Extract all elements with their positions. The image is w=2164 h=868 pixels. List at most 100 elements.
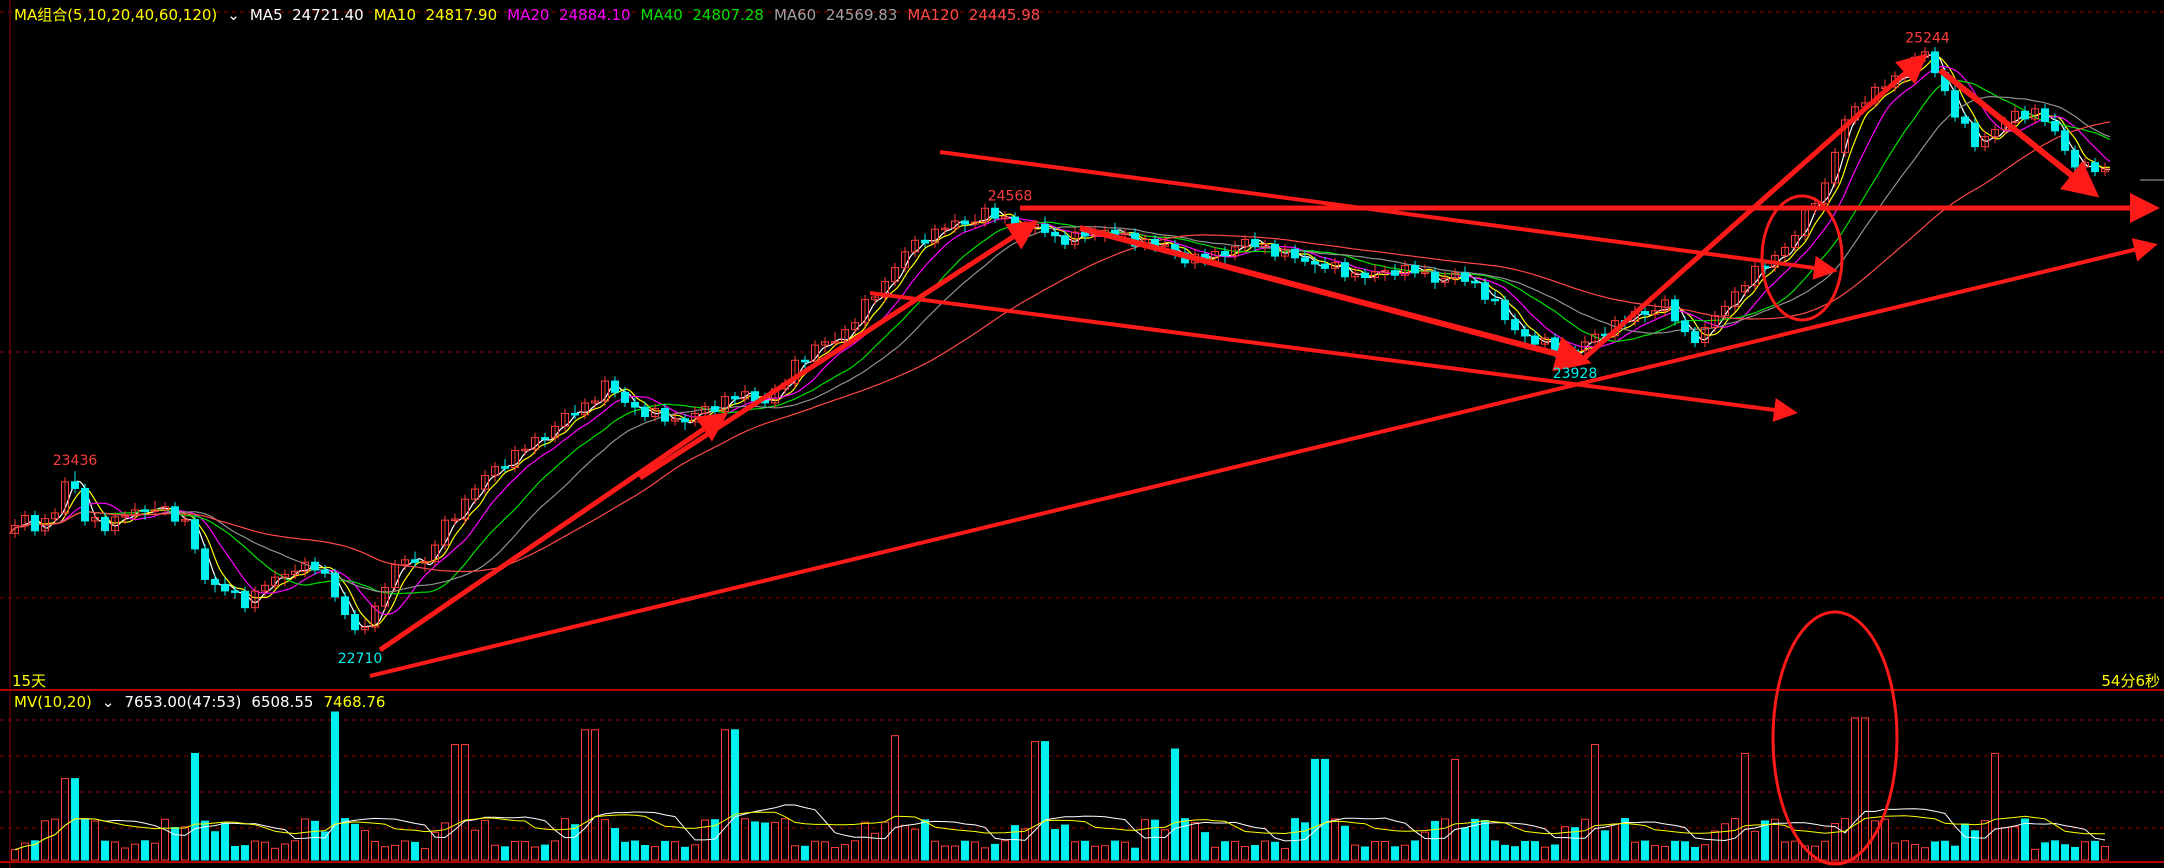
volume-bar bbox=[1451, 758, 1459, 861]
candle-body bbox=[1361, 272, 1369, 279]
volume-bar bbox=[411, 841, 419, 861]
volume-bar bbox=[1291, 818, 1299, 861]
candle-body bbox=[31, 514, 39, 532]
candle-body bbox=[311, 561, 319, 571]
volume-bar bbox=[681, 846, 689, 861]
extreme-label: 24568 bbox=[988, 189, 1033, 205]
volume-bar bbox=[1011, 825, 1019, 861]
volume-bar bbox=[901, 824, 909, 861]
ma-legend-dropdown-icon[interactable]: ⌄ bbox=[227, 6, 240, 24]
volume-bar bbox=[1241, 846, 1249, 861]
timeframe-label: 15天 bbox=[12, 672, 46, 690]
volume-bar bbox=[1921, 847, 1929, 861]
volume-bar bbox=[1041, 741, 1049, 861]
candle-body bbox=[731, 396, 739, 400]
volume-bar bbox=[51, 818, 59, 861]
candle-body bbox=[921, 239, 929, 244]
volume-bar bbox=[591, 729, 599, 861]
volume-bar bbox=[1951, 845, 1959, 861]
volume-bar bbox=[891, 735, 899, 861]
volume-bar bbox=[571, 824, 579, 861]
volume-bar bbox=[1171, 748, 1179, 861]
volume-bar bbox=[251, 840, 259, 861]
volume-bar bbox=[1941, 840, 1949, 861]
volume-bar bbox=[1781, 841, 1789, 861]
candle-body bbox=[801, 359, 809, 363]
ma5-value: MA5 24721.40 bbox=[249, 5, 364, 24]
candle-body bbox=[1641, 311, 1649, 315]
volume-bar bbox=[971, 841, 979, 861]
candle-body bbox=[1681, 320, 1689, 333]
candle-body bbox=[1671, 299, 1679, 322]
volume-bar bbox=[101, 840, 109, 861]
volume-bar bbox=[1691, 846, 1699, 861]
ma5-line bbox=[9, 52, 2111, 628]
candle-body bbox=[231, 590, 239, 593]
volume-bar bbox=[191, 752, 199, 861]
candle-body bbox=[1931, 51, 1939, 74]
volume-bar bbox=[11, 849, 19, 861]
volume-bar bbox=[151, 842, 159, 861]
volume-bar bbox=[111, 841, 119, 861]
candle-body bbox=[2071, 149, 2079, 168]
candle-body bbox=[341, 596, 349, 616]
volume-legend-dropdown-icon[interactable]: ⌄ bbox=[102, 693, 115, 711]
volume-bar bbox=[2011, 826, 2019, 861]
volume-bar bbox=[1081, 840, 1089, 861]
volume-bar bbox=[241, 845, 249, 861]
volume-bar bbox=[91, 820, 99, 861]
candle-body bbox=[1391, 270, 1399, 276]
candle-body bbox=[141, 509, 149, 512]
volume-bar bbox=[371, 840, 379, 861]
volume-bar bbox=[1931, 841, 1939, 861]
volume-bar bbox=[921, 819, 929, 861]
candle-body bbox=[2041, 108, 2049, 122]
ma120-line bbox=[9, 121, 2111, 573]
volume-bar bbox=[1021, 828, 1029, 861]
volume-bar bbox=[381, 846, 389, 861]
volume-bar bbox=[491, 844, 499, 861]
volume-bar bbox=[1411, 840, 1419, 861]
ma20-value: MA20 24884.10 bbox=[507, 5, 631, 24]
volume-bar bbox=[1981, 820, 1989, 861]
volume-bar bbox=[851, 840, 859, 861]
candle-body bbox=[211, 578, 219, 585]
volume-bar bbox=[601, 819, 609, 861]
candle-body bbox=[1051, 231, 1059, 237]
candle-body bbox=[621, 391, 629, 403]
volume-bar bbox=[1751, 830, 1759, 861]
volume-bar bbox=[2101, 845, 2109, 861]
candle-body bbox=[1221, 250, 1229, 257]
volume-bar bbox=[481, 819, 489, 861]
volume-bar bbox=[931, 840, 939, 861]
volume-bar bbox=[1281, 847, 1289, 861]
volume-bar bbox=[231, 845, 239, 861]
volume-bar bbox=[1561, 826, 1569, 861]
candle-body bbox=[681, 418, 689, 423]
volume-bar bbox=[1121, 841, 1129, 861]
countdown-label: 54分6秒 bbox=[2101, 672, 2160, 690]
volume-bar bbox=[691, 844, 699, 861]
candle-body bbox=[541, 437, 549, 440]
candle-body bbox=[991, 207, 999, 219]
volume-bar bbox=[31, 840, 39, 861]
volume-bar bbox=[1051, 829, 1059, 861]
stock-chart: 23436 22710 24568 23928 25244 15天 54分6秒 bbox=[0, 0, 2164, 868]
ma-lines-layer bbox=[9, 52, 2111, 628]
candle-body bbox=[1251, 239, 1259, 248]
candle-body bbox=[661, 407, 669, 422]
volume-bar bbox=[401, 840, 409, 861]
volume-bar bbox=[451, 744, 459, 861]
volume-bar bbox=[81, 818, 89, 861]
volume-legend-title[interactable]: MV(10,20) bbox=[14, 693, 92, 711]
candle-body bbox=[1431, 271, 1439, 283]
volume-bar bbox=[1791, 840, 1799, 861]
volume-bar bbox=[541, 844, 549, 861]
volume-bar bbox=[1861, 717, 1869, 861]
support-trendline bbox=[369, 238, 2158, 678]
candle-body bbox=[221, 583, 229, 592]
volume-bar bbox=[61, 778, 69, 861]
ma-legend-title[interactable]: MA组合(5,10,20,40,60,120) bbox=[14, 4, 217, 25]
volume-bar bbox=[581, 729, 589, 861]
candle-body bbox=[241, 590, 249, 609]
